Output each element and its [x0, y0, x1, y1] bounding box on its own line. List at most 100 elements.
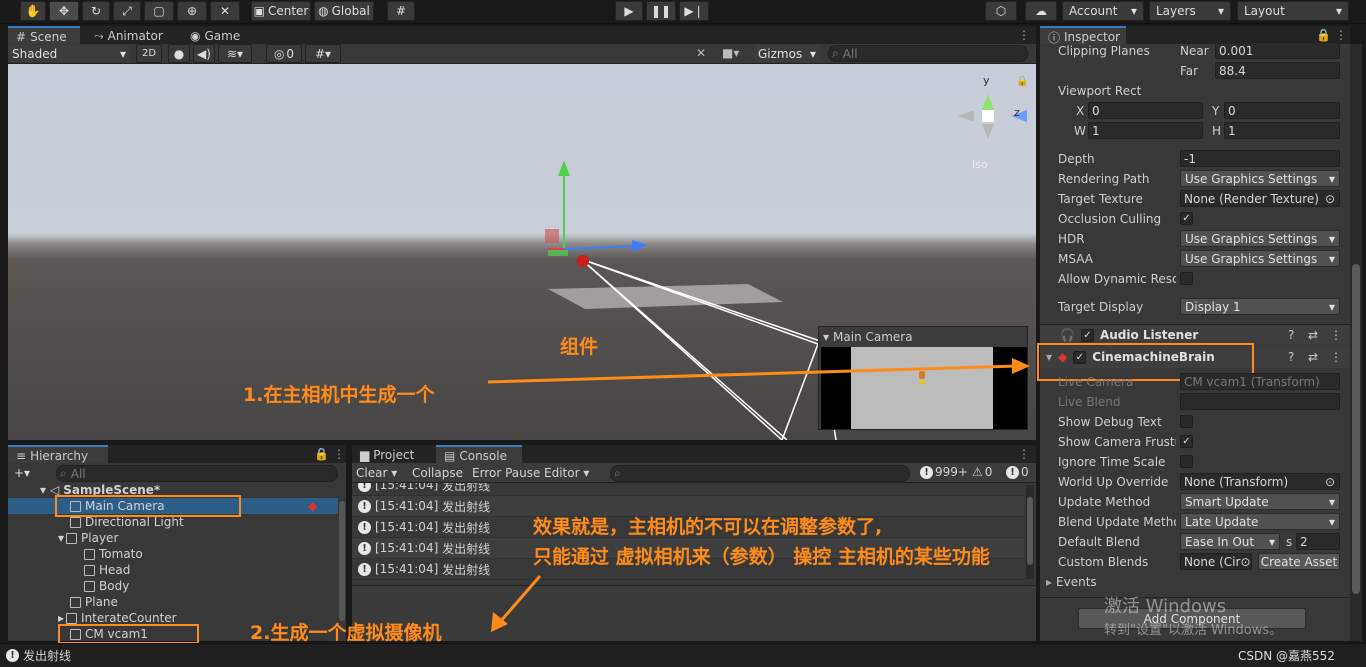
viewport-w-field[interactable]: 1 — [1088, 122, 1203, 139]
console-scrollbar[interactable] — [1026, 485, 1034, 579]
show-frustum-checkbox[interactable]: ✓ — [1180, 435, 1193, 448]
global-local-button[interactable]: ◍ Global — [314, 1, 374, 21]
play-button[interactable]: ▶ — [615, 1, 643, 21]
default-blend-dropdown[interactable]: Ease In Out ▾ — [1180, 533, 1280, 550]
ignore-time-checkbox[interactable] — [1180, 455, 1193, 468]
hand-tool-button[interactable]: ✋ — [20, 1, 46, 21]
panel-menu-icon[interactable]: ⋮ — [1018, 28, 1030, 42]
hierarchy-item-player[interactable]: ▾ Player — [8, 530, 118, 546]
scene-viewport[interactable]: y z Iso 🔒 ▾ Main Camera 组件 1.在主相机中生成一个 — [8, 64, 1036, 440]
grid-toggle[interactable]: #▾ — [305, 44, 341, 63]
panel-menu-icon[interactable]: ⋮ — [1018, 447, 1030, 461]
audio-listener-enabled-checkbox[interactable]: ✓ — [1080, 328, 1094, 342]
component-menu-icon[interactable]: ⋮ — [1330, 328, 1342, 342]
hierarchy-item-head[interactable]: Head — [8, 562, 130, 578]
component-menu-icon[interactable]: ⋮ — [1330, 350, 1342, 364]
error-pause-button[interactable]: Error Pause — [472, 466, 540, 480]
collapse-button[interactable]: Collapse — [412, 466, 463, 480]
occlusion-checkbox[interactable]: ✓ — [1180, 212, 1193, 225]
status-message[interactable]: 发出射线 — [23, 647, 71, 664]
pause-button[interactable]: ❚❚ — [646, 1, 676, 21]
help-icon[interactable]: ? — [1288, 350, 1294, 364]
effects-dropdown[interactable]: ≋▾ — [218, 44, 252, 63]
console-search-input[interactable]: ⌕ — [610, 465, 910, 482]
events-foldout[interactable]: ▸ Events — [1046, 573, 1097, 591]
blend-update-dropdown[interactable]: Late Update ▾ — [1180, 513, 1340, 530]
gizmos-dropdown[interactable]: Gizmos ▾ — [754, 45, 820, 62]
hierarchy-item-plane[interactable]: Plane — [8, 594, 118, 610]
rect-tool-button[interactable]: ▢ — [144, 1, 174, 21]
hierarchy-scrollbar[interactable] — [339, 501, 345, 621]
editor-dropdown[interactable]: Editor ▾ — [544, 466, 589, 480]
help-icon[interactable]: ? — [1288, 328, 1294, 342]
tab-hierarchy[interactable]: ≡ Hierarchy — [8, 445, 108, 465]
preset-icon[interactable]: ⇄ — [1308, 350, 1318, 364]
rendering-path-dropdown[interactable]: Use Graphics Settings ▾ — [1180, 170, 1340, 187]
pivot-center-button[interactable]: ▣ Center — [251, 1, 311, 21]
hierarchy-search-input[interactable]: ⌕ All — [56, 465, 338, 482]
warning-count-toggle[interactable]: ⚠ 0 — [972, 465, 992, 479]
lock-icon[interactable]: 🔒 — [1316, 28, 1331, 42]
audio-listener-header[interactable]: 🎧 ✓ Audio Listener ? ⇄ ⋮ — [1040, 325, 1350, 345]
world-up-field[interactable]: None (Transform) ⊙ — [1180, 473, 1340, 490]
shading-mode-dropdown[interactable]: Shaded ▾ — [8, 45, 130, 62]
viewport-y-field[interactable]: 0 — [1224, 102, 1340, 119]
panel-menu-icon[interactable]: ⋮ — [1335, 28, 1347, 42]
clear-button[interactable]: Clear ▾ — [356, 466, 397, 480]
tab-project[interactable]: ▆ Project — [352, 445, 432, 465]
tab-game[interactable]: ◉ Game — [182, 26, 252, 46]
layers-dropdown[interactable]: Layers ▾ — [1149, 1, 1231, 21]
tab-animator[interactable]: ⤳ Animator — [86, 26, 176, 46]
iso-label[interactable]: Iso — [972, 158, 988, 171]
toggle-2d-button[interactable]: 2D — [136, 44, 162, 63]
object-picker-icon[interactable]: ⊙ — [1325, 192, 1335, 206]
hierarchy-item-body[interactable]: Body — [8, 578, 129, 594]
scale-tool-button[interactable]: ⤢ — [113, 1, 141, 21]
tab-console[interactable]: ▤ Console — [436, 445, 522, 465]
add-object-button[interactable]: +▾ — [14, 466, 30, 480]
hierarchy-item-tomato[interactable]: Tomato — [8, 546, 143, 562]
hidden-objects-toggle[interactable]: ◎ 0 — [266, 44, 302, 63]
tab-scene[interactable]: # Scene — [8, 26, 80, 46]
transform-tool-button[interactable]: ⊕ — [177, 1, 207, 21]
audio-toggle[interactable]: ◀) — [193, 44, 215, 63]
camera-settings-icon[interactable]: ■▾ — [722, 46, 739, 60]
info-count-toggle[interactable]: ! 999+ — [918, 465, 968, 479]
update-method-dropdown[interactable]: Smart Update ▾ — [1180, 493, 1340, 510]
near-field[interactable]: 0.001 — [1215, 42, 1340, 59]
lock-icon[interactable]: 🔒 — [1016, 76, 1028, 87]
far-field[interactable]: 88.4 — [1215, 62, 1340, 79]
cloud-button[interactable]: ☁ — [1025, 1, 1057, 21]
viewport-h-field[interactable]: 1 — [1224, 122, 1340, 139]
show-debug-checkbox[interactable] — [1180, 415, 1193, 428]
scene-search-input[interactable]: ⌕ All — [828, 45, 1028, 62]
panel-menu-icon[interactable]: ⋮ — [333, 447, 345, 461]
dynamic-res-checkbox[interactable] — [1180, 272, 1193, 285]
layout-dropdown[interactable]: Layout ▾ — [1237, 1, 1349, 21]
object-picker-icon[interactable]: ⊙ — [1240, 555, 1250, 569]
target-texture-field[interactable]: None (Render Texture) ⊙ — [1180, 190, 1340, 207]
viewport-x-field[interactable]: 0 — [1088, 102, 1203, 119]
custom-tool-button[interactable]: ✕ — [210, 1, 240, 21]
msaa-dropdown[interactable]: Use Graphics Settings ▾ — [1180, 250, 1340, 267]
preset-icon[interactable]: ⇄ — [1308, 328, 1318, 342]
depth-field[interactable]: -1 — [1180, 150, 1340, 167]
lighting-toggle[interactable]: ● — [168, 44, 190, 63]
console-log-row[interactable]: ! [15:41:04] 发出射线 — [352, 483, 1024, 496]
snap-grid-button[interactable]: # — [387, 1, 415, 21]
tools-icon[interactable]: ✕ — [696, 46, 706, 60]
hdr-dropdown[interactable]: Use Graphics Settings ▾ — [1180, 230, 1340, 247]
blend-time-field[interactable]: 2 — [1296, 533, 1340, 550]
create-asset-button[interactable]: Create Asset — [1258, 553, 1340, 570]
error-count-toggle[interactable]: ! 0 — [1004, 465, 1029, 479]
step-button[interactable]: ▶❘ — [679, 1, 709, 21]
move-tool-button[interactable]: ✥ — [49, 1, 79, 21]
target-display-dropdown[interactable]: Display 1 ▾ — [1180, 298, 1340, 315]
inspector-scrollbar[interactable] — [1350, 44, 1362, 641]
rotate-tool-button[interactable]: ↻ — [82, 1, 110, 21]
collab-button[interactable]: ⬡ — [985, 1, 1017, 21]
lock-icon[interactable]: 🔒 — [314, 447, 329, 461]
account-dropdown[interactable]: Account ▾ — [1062, 1, 1144, 21]
object-picker-icon[interactable]: ⊙ — [1325, 475, 1335, 489]
custom-blends-field[interactable]: None (Cir ⊙ — [1180, 553, 1252, 570]
